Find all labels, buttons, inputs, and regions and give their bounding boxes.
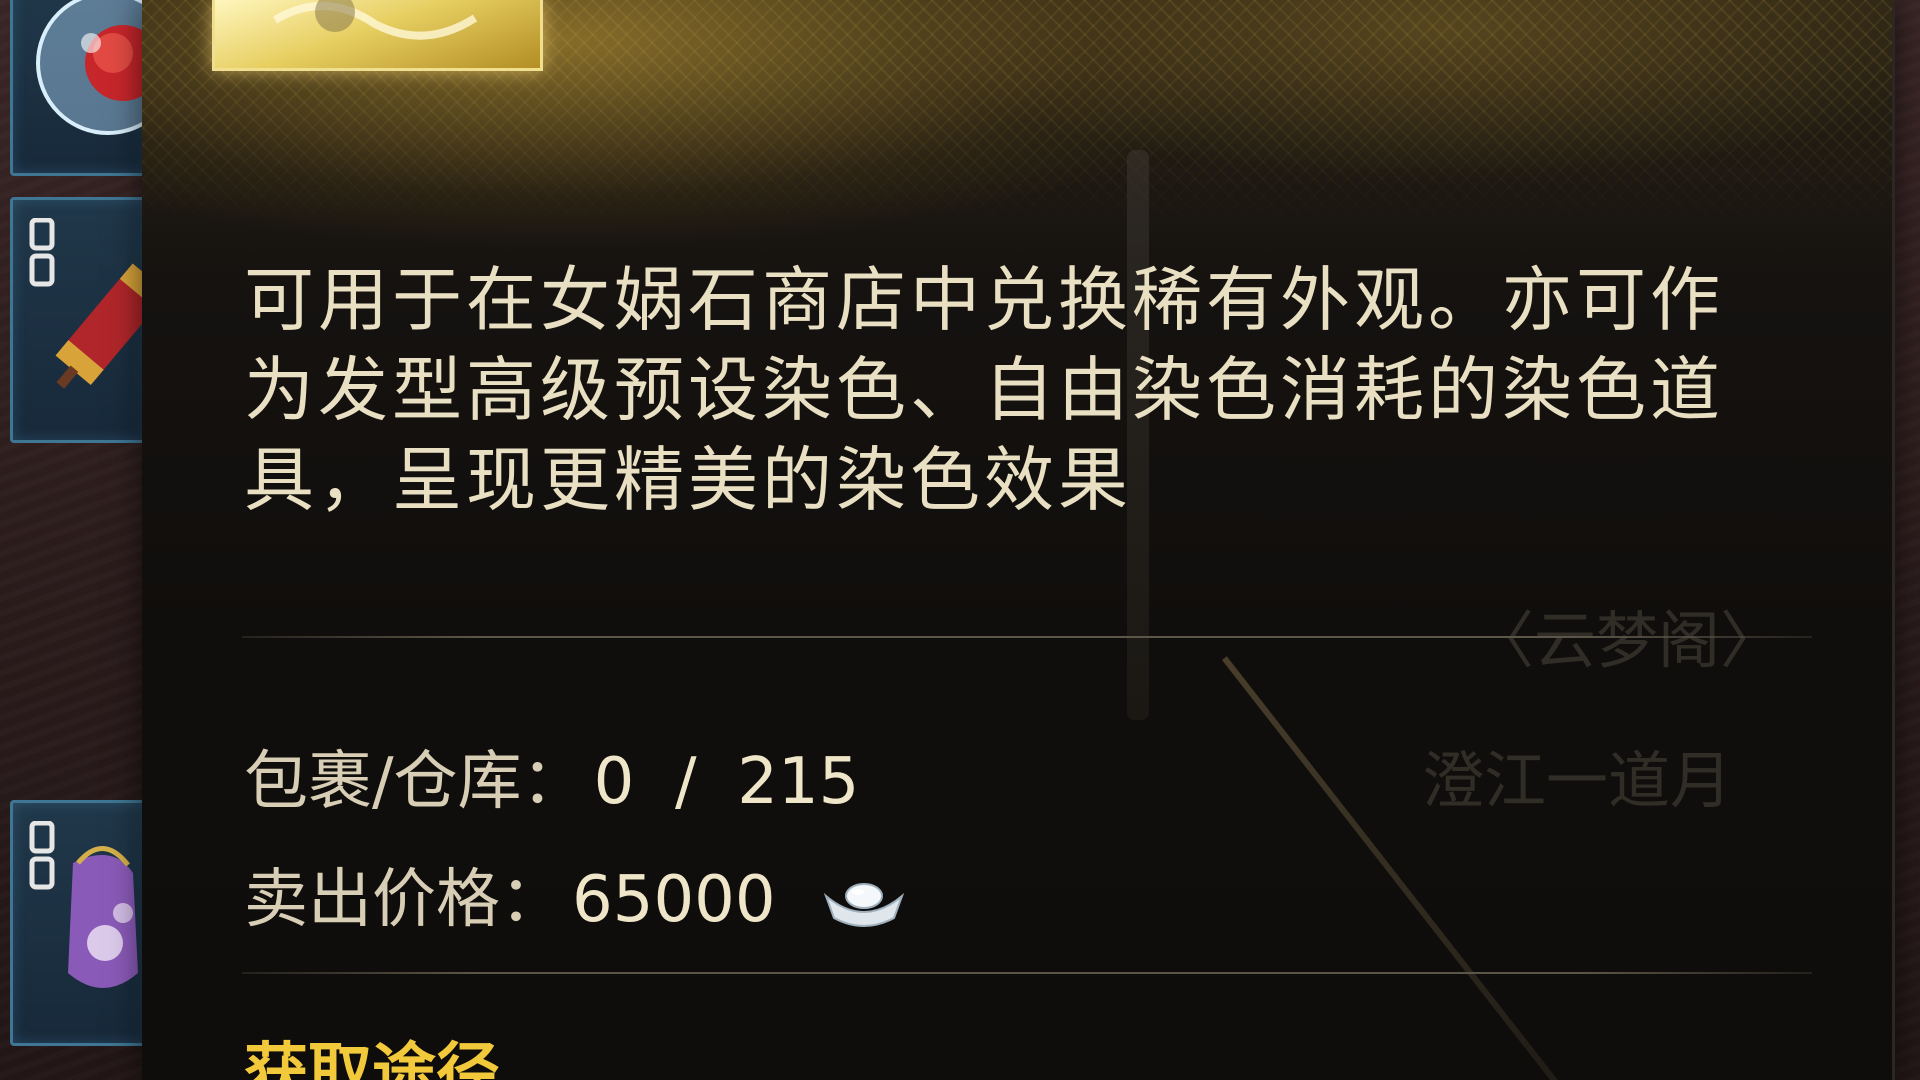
bag-count-row: 包裹/仓库： 0 / 215	[244, 730, 859, 822]
pouch-icon	[68, 846, 138, 988]
bag-count-value: 0 / 215	[593, 745, 860, 819]
item-tooltip: 〈云梦阁〉 澄江一道月 可用于在女娲石商店中兑换稀有外观。亦可作为发型高级预设染…	[142, 0, 1895, 1080]
divider-bottom	[242, 972, 1812, 974]
inventory-slot-rose-orb[interactable]	[10, 0, 146, 176]
background-diagonal	[1222, 656, 1572, 1080]
background-ghost-title: 〈云梦阁〉	[1472, 604, 1783, 677]
scroll-icon	[55, 263, 143, 389]
sell-price-value: 65000	[572, 863, 776, 937]
bag-count-label: 包裹/仓库：	[244, 745, 586, 819]
source-section-title: 获取途径	[244, 1037, 500, 1080]
divider-top	[242, 636, 1812, 638]
item-description: 可用于在女娲石商店中兑换稀有外观。亦可作为发型高级预设染色、自由染色消耗的染色道…	[244, 259, 1724, 521]
gold-cloud-icon	[272, 0, 478, 40]
background-ghost-subtitle: 澄江一道月	[1422, 744, 1733, 817]
inventory-slot-pouch[interactable]	[10, 800, 146, 1046]
sell-price-row: 卖出价格： 65000	[244, 848, 906, 940]
rose-orb-icon	[36, 0, 143, 135]
game-scene: 〈云梦阁〉 澄江一道月 可用于在女娲石商店中兑换稀有外观。亦可作为发型高级预设染…	[0, 0, 1920, 1080]
inventory-slot-scroll[interactable]	[10, 197, 146, 443]
silver-ingot-icon	[823, 883, 905, 928]
item-icon-frame	[212, 0, 543, 71]
sell-price-label: 卖出价格：	[244, 863, 564, 937]
